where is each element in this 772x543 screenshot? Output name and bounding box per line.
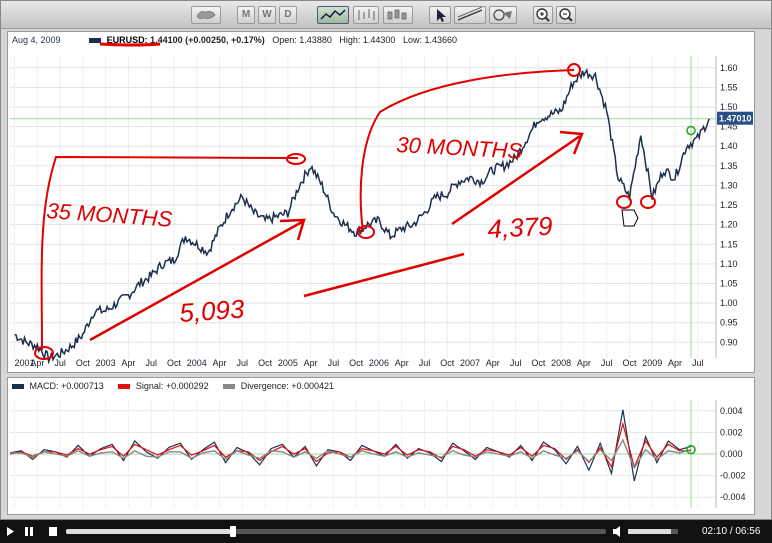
time-separator: /: [729, 526, 733, 537]
volume-icon[interactable]: [612, 524, 626, 539]
x-tick-label: Oct: [622, 358, 637, 368]
x-tick-label: 2005: [278, 358, 298, 368]
play-icon[interactable]: [6, 524, 16, 539]
seek-bar[interactable]: [66, 526, 606, 537]
x-tick-label: Apr: [213, 358, 227, 368]
x-tick-label: Oct: [76, 358, 91, 368]
annotate-icon[interactable]: [489, 6, 517, 24]
ohlc-bar-icon[interactable]: [353, 6, 379, 24]
macd-y-tick-label: 0.002: [720, 427, 743, 437]
macd-chart[interactable]: -0.004 -0.002 0.000 0.002 0.004: [8, 378, 754, 514]
stop-icon[interactable]: [48, 524, 58, 539]
y-tick-label: 1.55: [720, 82, 738, 92]
y-tick-label: 1.05: [720, 278, 738, 288]
timecode: 02:10 / 06:56: [702, 524, 760, 539]
x-tick-label: 2003: [96, 358, 116, 368]
x-tick-label: Jul: [601, 358, 613, 368]
zoom-in-icon[interactable]: [533, 6, 553, 24]
candlestick-icon[interactable]: [383, 6, 413, 24]
seek-bar-fill: [66, 529, 234, 534]
total-duration: 06:56: [735, 526, 761, 537]
y-tick-label: 1.40: [720, 141, 738, 151]
low-circle-2008: [616, 195, 632, 209]
x-tick-label: Jul: [328, 358, 340, 368]
y-tick-label: 1.50: [720, 102, 738, 112]
x-tick-label: 2006: [369, 358, 389, 368]
annotation-35-months: 35 MONTHS: [46, 198, 174, 232]
video-player-bar: 02:10 / 06:56: [0, 520, 772, 543]
x-tick-label: 2004: [187, 358, 207, 368]
y-tick-label: 1.10: [720, 259, 738, 269]
y-tick-label: 1.15: [720, 239, 738, 249]
x-tick-label: Oct: [258, 358, 273, 368]
x-tick-label: 2007: [460, 358, 480, 368]
x-tick-label: Apr: [304, 358, 318, 368]
macd-y-tick-label: 0.000: [720, 449, 743, 459]
y-tick-label: 0.90: [720, 337, 738, 347]
seek-knob[interactable]: [230, 526, 237, 537]
line-chart-icon[interactable]: [317, 6, 349, 24]
x-tick-label: Oct: [440, 358, 455, 368]
x-tick-label: Apr: [577, 358, 591, 368]
annotation-4379: 4,379: [487, 211, 554, 244]
x-tick-label: Oct: [531, 358, 546, 368]
annotation-30-months: 30 MONTHS: [396, 132, 523, 164]
x-tick-label: Oct: [349, 358, 364, 368]
x-tick-label: Jul: [54, 358, 66, 368]
volume-slider[interactable]: [628, 529, 678, 534]
weekly-button[interactable]: W: [258, 6, 276, 24]
x-tick-label: Apr: [395, 358, 409, 368]
macd-series-line: [9, 409, 692, 482]
price-panel[interactable]: Aug 4, 2009 EURUSD: 1.44100 (+0.00250, +…: [7, 31, 755, 373]
price-tag-label: 1.47010: [719, 114, 752, 124]
high-circle-2004: [286, 153, 306, 165]
trend-line-red: [303, 252, 465, 298]
low-circle-2009: [640, 195, 656, 209]
x-tick-label: Jul: [145, 358, 157, 368]
x-tick-label: Jul: [692, 358, 704, 368]
monthly-button[interactable]: M: [237, 6, 255, 24]
x-tick-label: 2008: [551, 358, 571, 368]
annotation-5093: 5,093: [178, 293, 246, 328]
x-tick-label: Apr: [668, 358, 682, 368]
hand-cursor-icon: [621, 209, 639, 227]
pause-icon[interactable]: [24, 524, 34, 539]
y-tick-label: 1.00: [720, 298, 738, 308]
underline-annotation: [99, 42, 161, 47]
price-chart[interactable]: 0.90 0.95 1.00 1.05 1.10 1.15 1.20 1.25 1.30 1.35…: [8, 32, 754, 372]
volume-fill: [628, 529, 671, 534]
x-tick-label: Jul: [237, 358, 249, 368]
macd-y-tick-label: 0.004: [720, 406, 743, 416]
x-tick-label: Oct: [167, 358, 182, 368]
x-tick-label: Jul: [419, 358, 431, 368]
x-tick-label: Apr: [486, 358, 500, 368]
y-tick-label: 1.20: [720, 220, 738, 230]
x-tick-label: Apr: [121, 358, 135, 368]
macd-y-tick-label: -0.002: [720, 471, 746, 481]
x-tick-label: 2009: [642, 358, 662, 368]
macd-y-tick-label: -0.004: [720, 492, 746, 502]
x-tick-label: Jul: [510, 358, 522, 368]
current-time: 02:10: [702, 526, 728, 537]
zoom-out-icon[interactable]: [556, 6, 576, 24]
pointer-icon[interactable]: [429, 6, 451, 24]
daily-button[interactable]: D: [279, 6, 297, 24]
world-map-icon[interactable]: [191, 6, 221, 24]
y-tick-label: 1.35: [720, 161, 738, 171]
chart-window: M W D Aug 4, 2009 EURUSD: 1.44100 (+0.00…: [0, 0, 772, 520]
draw-trendline-icon[interactable]: [454, 6, 486, 24]
y-tick-label: 0.95: [720, 318, 738, 328]
bracket-35-months: [40, 155, 299, 351]
toolbar: M W D: [1, 1, 771, 29]
macd-panel[interactable]: MACD: +0.000713 Signal: +0.000292 Diverg…: [7, 377, 755, 515]
y-tick-label: 1.30: [720, 180, 738, 190]
y-tick-label: 1.60: [720, 63, 738, 73]
y-tick-label: 1.25: [720, 200, 738, 210]
